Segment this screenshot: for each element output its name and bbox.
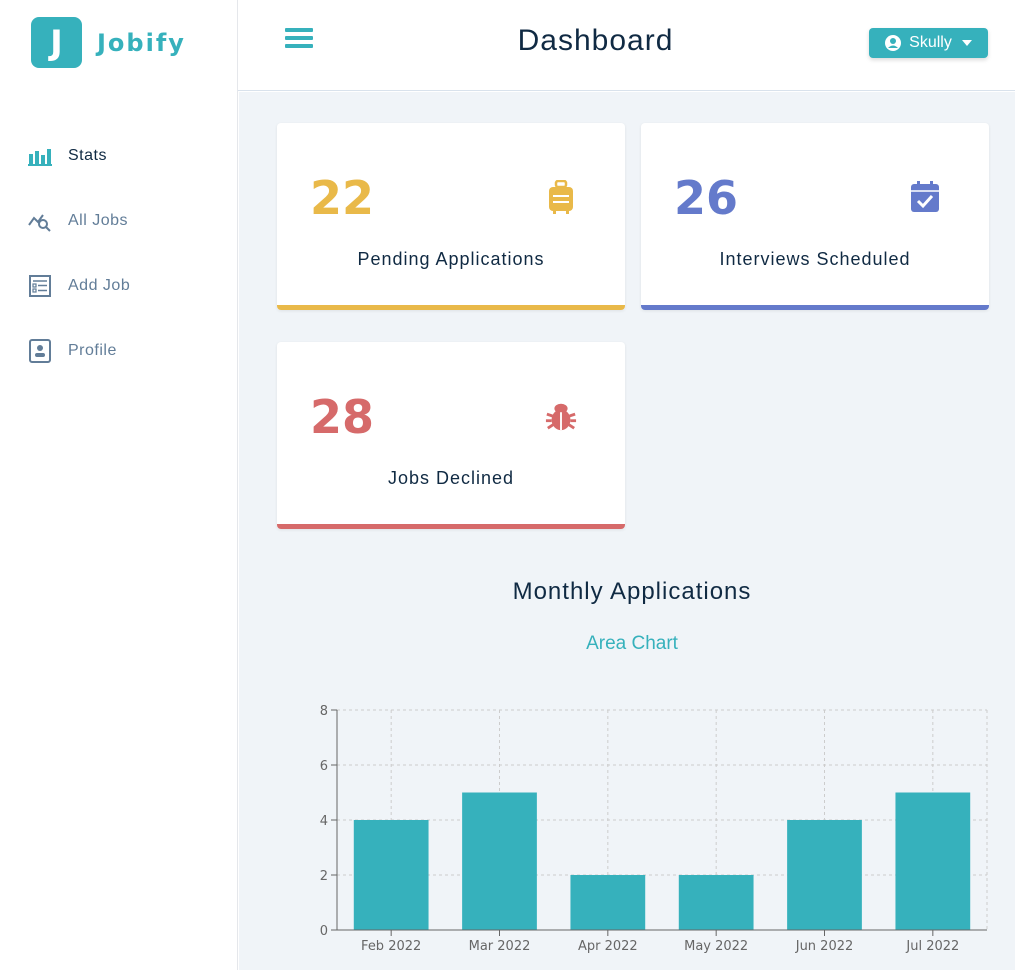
main-content: 22 Pending Applications 26 Interviews Sc…	[239, 92, 1015, 970]
calendar-check-icon	[909, 179, 941, 215]
bar	[787, 820, 862, 930]
user-name: Skully	[909, 34, 952, 51]
x-tick-label: May 2022	[684, 939, 748, 954]
sidebar-item-add-job[interactable]: Add Job	[28, 270, 228, 302]
x-tick-label: Apr 2022	[578, 939, 638, 954]
top-navbar: Dashboard Skully	[238, 0, 1015, 91]
stat-card-interviews: 26 Interviews Scheduled	[641, 123, 989, 310]
stat-label: Pending Applications	[357, 249, 545, 269]
monthly-applications-chart: 0 2 4 6 8 Feb 2022 Mar 2022 Apr 2022 May 2022 Jun…	[299, 692, 999, 970]
x-tick-label: Mar 2022	[469, 939, 531, 954]
sidebar: J Jobify Stats All Jobs Add Job Profile	[0, 0, 238, 970]
bar	[895, 792, 971, 930]
sidebar-item-label: Add Job	[68, 277, 131, 294]
bug-icon	[545, 398, 577, 434]
y-tick-label: 6	[320, 759, 328, 774]
stat-card-bar	[277, 305, 625, 310]
sidebar-item-profile[interactable]: Profile	[28, 335, 228, 367]
y-tick-label: 4	[320, 814, 328, 829]
stat-count: 28	[310, 390, 375, 444]
x-tick-label: Jul 2022	[905, 939, 959, 954]
y-tick-label: 2	[320, 869, 328, 884]
sidebar-item-label: Profile	[68, 342, 117, 359]
sidebar-item-label: All Jobs	[68, 212, 129, 229]
y-tick-label: 0	[320, 924, 328, 939]
logo-icon: J	[31, 17, 82, 68]
bar	[353, 820, 429, 930]
stat-count: 26	[674, 171, 739, 225]
chart-type-toggle[interactable]: Area Chart	[239, 633, 1015, 655]
sidebar-item-stats[interactable]: Stats	[28, 140, 228, 172]
stat-count: 22	[310, 171, 375, 225]
y-tick-label: 8	[320, 704, 328, 719]
search-chart-icon	[28, 209, 52, 233]
stat-card-bar	[641, 305, 989, 310]
logo-text: Jobify	[97, 28, 186, 57]
caret-down-icon	[961, 40, 972, 46]
page-title: Dashboard	[517, 24, 674, 57]
logo[interactable]: J Jobify	[31, 17, 186, 68]
sidebar-item-label: Stats	[68, 147, 107, 164]
bar	[462, 792, 537, 930]
x-tick-label: Feb 2022	[361, 939, 421, 954]
id-card-icon	[28, 339, 52, 363]
chart-title: Monthly Applications	[512, 578, 752, 605]
form-icon	[28, 274, 52, 298]
stat-label: Interviews Scheduled	[719, 249, 911, 269]
sidebar-item-all-jobs[interactable]: All Jobs	[28, 205, 228, 237]
bar-chart-icon	[28, 144, 52, 168]
stat-card-bar	[277, 524, 625, 529]
user-circle-icon	[885, 35, 902, 51]
sidebar-nav: Stats All Jobs Add Job Profile	[28, 140, 228, 400]
bar	[678, 875, 754, 930]
bar-chart: 0 2 4 6 8 Feb 2022 Mar 2022 Apr 2022 May 2022 Jun…	[320, 704, 988, 954]
stat-card-declined: 28 Jobs Declined	[277, 342, 625, 529]
bar	[570, 875, 646, 930]
stat-card-pending: 22 Pending Applications	[277, 123, 625, 310]
suitcase-icon	[545, 179, 577, 215]
stat-label: Jobs Declined	[387, 468, 515, 488]
x-tick-label: Jun 2022	[795, 939, 854, 954]
user-menu-button[interactable]: Skully	[869, 28, 988, 58]
